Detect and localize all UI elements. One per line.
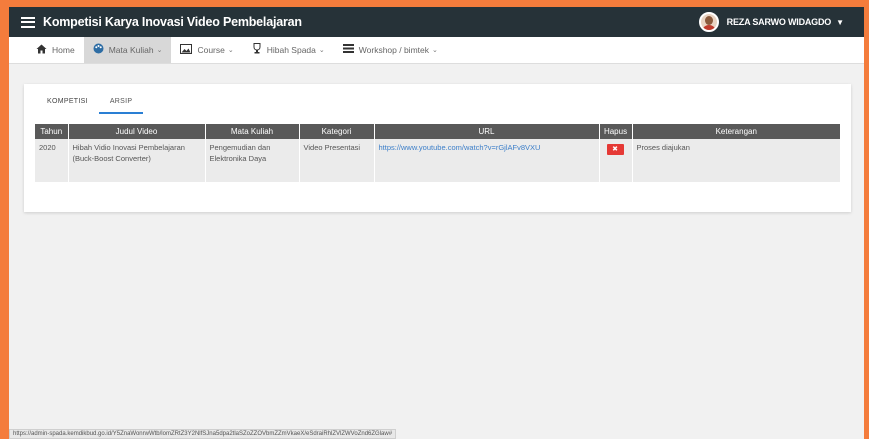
home-icon (36, 44, 47, 57)
user-menu[interactable]: REZA SARWO WIDAGDO ▼ (698, 7, 844, 37)
chevron-down-icon: ▼ (836, 17, 844, 27)
nav-label-workshop: Workshop / bimtek (358, 45, 429, 55)
nav-label-course: Course (197, 45, 225, 55)
nav-label-hibah-spada: Hibah Spada (266, 45, 316, 55)
cell-keterangan: Proses diajukan (632, 139, 840, 182)
image-icon (180, 43, 193, 57)
column-header-url: URL (374, 124, 600, 139)
tab-kompetisi[interactable]: KOMPETISI (36, 98, 99, 114)
trophy-icon (252, 43, 262, 57)
nav-label-home: Home (52, 45, 75, 55)
app-title: Kompetisi Karya Inovasi Video Pembelajar… (43, 15, 302, 29)
column-header-judul-video: Judul Video (68, 124, 206, 139)
app-header: Kompetisi Karya Inovasi Video Pembelajar… (9, 7, 864, 37)
user-name: REZA SARWO WIDAGDO (726, 17, 832, 27)
hamburger-menu-icon[interactable] (21, 16, 35, 28)
archive-table: Tahun Judul Video Mata Kuliah Kategori U… (35, 124, 840, 182)
table-row: 2020 Hibah Vidio Inovasi Pembelajaran (B… (35, 139, 840, 182)
column-header-hapus: Hapus (599, 124, 633, 139)
cell-tahun: 2020 (35, 139, 69, 182)
main-nav: Home Mata Kuliah ⌄ Course ⌄ Hibah Spada … (9, 37, 864, 64)
nav-item-home[interactable]: Home (27, 37, 84, 63)
cell-hapus: ✖ (599, 139, 633, 182)
list-icon (342, 44, 354, 56)
user-avatar (698, 12, 719, 32)
delete-button[interactable]: ✖ (606, 144, 624, 155)
chevron-down-icon: ⌄ (156, 47, 163, 54)
cell-mata-kuliah: Pengemudian dan Elektronika Daya (205, 139, 300, 182)
chevron-down-icon: ⌄ (432, 47, 438, 54)
tab-bar: KOMPETISI ARSIP (36, 98, 144, 114)
video-url-link[interactable]: https://www.youtube.com/watch?v=rGjlAFv8… (379, 143, 541, 152)
chevron-down-icon: ⌄ (318, 47, 325, 54)
cell-url: https://www.youtube.com/watch?v=rGjlAFv8… (374, 139, 600, 182)
column-header-kategori: Kategori (299, 124, 375, 139)
nav-item-hibah-spada[interactable]: Hibah Spada ⌄ (243, 37, 334, 63)
palette-icon (93, 43, 104, 57)
table-header-row: Tahun Judul Video Mata Kuliah Kategori U… (35, 124, 840, 139)
nav-item-course[interactable]: Course ⌄ (171, 37, 242, 63)
cell-kategori: Video Presentasi (299, 139, 375, 182)
nav-item-workshop[interactable]: Workshop / bimtek ⌄ (334, 37, 447, 63)
column-header-keterangan: Keterangan (632, 124, 840, 139)
cell-judul-video: Hibah Vidio Inovasi Pembelajaran (Buck-B… (68, 139, 206, 182)
browser-status-bar: https://admin-spada.kemdikbud.go.id/Y5Zn… (9, 429, 397, 439)
tab-arsip[interactable]: ARSIP (98, 98, 144, 114)
nav-label-mata-kuliah: Mata Kuliah (108, 45, 154, 55)
browser-viewport: Kompetisi Karya Inovasi Video Pembelajar… (9, 7, 864, 439)
chevron-down-icon: ⌄ (227, 47, 234, 54)
column-header-mata-kuliah: Mata Kuliah (205, 124, 300, 139)
nav-item-mata-kuliah[interactable]: Mata Kuliah ⌄ (83, 37, 172, 63)
column-header-tahun: Tahun (35, 124, 69, 139)
archive-card: KOMPETISI ARSIP Tahun Judul Video Mata K… (24, 84, 851, 212)
